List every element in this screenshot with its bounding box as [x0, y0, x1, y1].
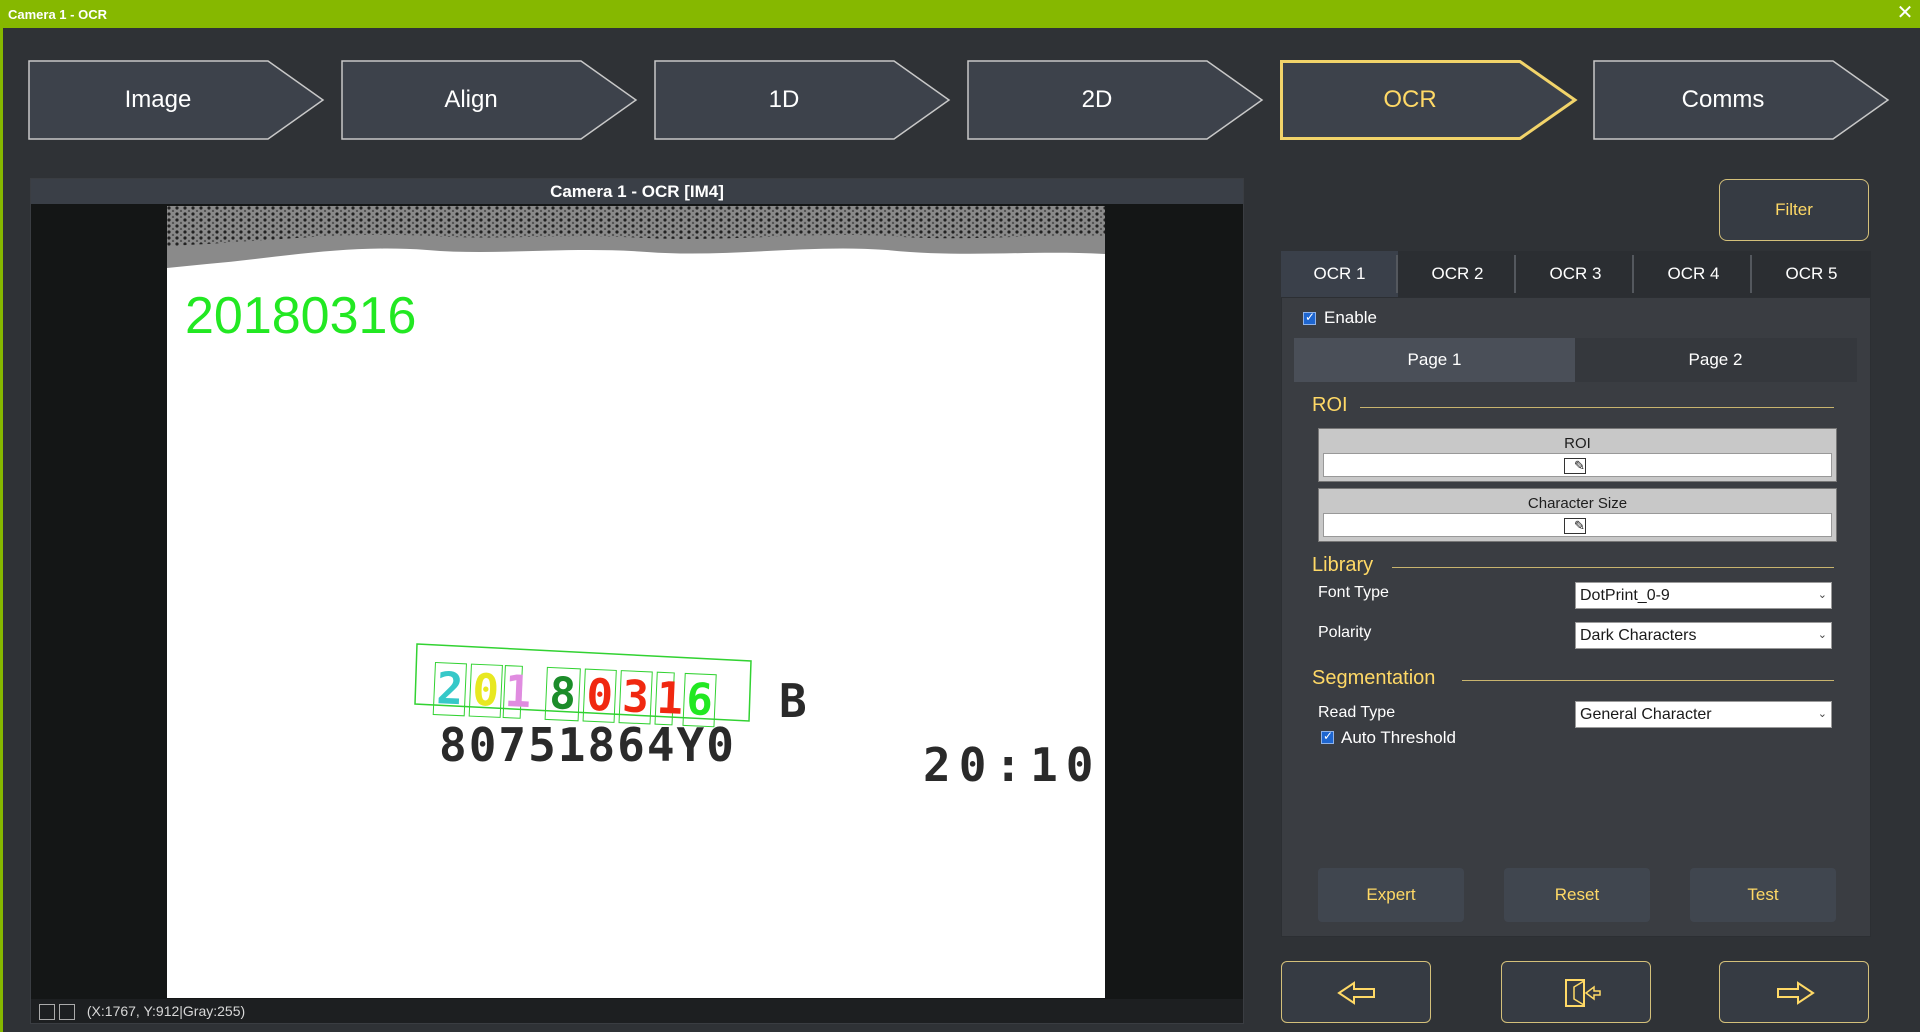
read-type-value: General Character — [1580, 706, 1712, 723]
printed-line-2: 80751864Y0 — [439, 718, 736, 772]
edit-region-icon[interactable] — [1564, 518, 1586, 534]
next-button[interactable] — [1719, 961, 1869, 1023]
step-label: Image — [124, 86, 192, 113]
section-library: Library — [1312, 554, 1374, 576]
tab-label: OCR 2 — [1431, 264, 1484, 283]
image-viewer: Camera 1 - OCR [IM4] 20180316 2 0 1 8 0 … — [30, 178, 1244, 1024]
tab-label: OCR 4 — [1667, 264, 1720, 283]
chevron-down-icon: ⌄ — [1817, 708, 1827, 720]
polarity-select[interactable]: Dark Characters ⌄ — [1575, 622, 1832, 649]
fit-view-icon[interactable] — [39, 1004, 55, 1021]
tab-ocr-5[interactable]: OCR 5 — [1753, 251, 1870, 297]
read-type-label: Read Type — [1318, 704, 1396, 721]
step-label: Comms — [1681, 86, 1765, 113]
pixel-coordinates: (X:1767, Y:912|Gray:255) — [86, 1003, 246, 1019]
tab-label: OCR 1 — [1313, 264, 1366, 283]
font-type-select[interactable]: DotPrint_0-9 ⌄ — [1575, 582, 1832, 609]
roi-editor[interactable]: ROI — [1318, 428, 1837, 482]
expert-button[interactable]: Expert — [1318, 868, 1464, 922]
roi-field — [1323, 453, 1832, 477]
tab-ocr-4[interactable]: OCR 4 — [1635, 251, 1752, 297]
window-edge — [0, 28, 3, 1032]
character-size-editor[interactable]: Character Size — [1318, 488, 1837, 542]
font-type-label: Font Type — [1318, 584, 1389, 601]
roi-label: ROI — [1564, 435, 1591, 452]
char-3: 1 — [502, 665, 533, 719]
previous-button[interactable] — [1281, 961, 1431, 1023]
tab-page-1[interactable]: Page 1 — [1294, 338, 1575, 382]
ocr-settings-panel: Enable Page 1 Page 2 ROI ROI Character S… — [1281, 297, 1871, 937]
window-title: Camera 1 - OCR — [8, 7, 107, 22]
step-2d[interactable]: 2D — [967, 60, 1267, 140]
filter-button[interactable]: Filter — [1719, 179, 1869, 241]
tab-label: OCR 3 — [1549, 264, 1602, 283]
arrow-left-icon — [1337, 981, 1375, 1005]
title-bar: Camera 1 - OCR ✕ — [0, 0, 1920, 28]
char-5: 0 — [582, 668, 617, 723]
arrow-right-icon — [1777, 981, 1815, 1005]
tab-label: Page 1 — [1407, 350, 1462, 369]
character-size-label: Character Size — [1527, 495, 1628, 512]
step-ocr[interactable]: OCR — [1280, 60, 1580, 140]
chevron-down-icon: ⌄ — [1817, 589, 1827, 601]
char-2: 0 — [468, 663, 503, 718]
polarity-label: Polarity — [1318, 624, 1372, 641]
viewer-title: Camera 1 - OCR [IM4] — [31, 179, 1243, 204]
auto-threshold-checkbox[interactable] — [1321, 729, 1334, 744]
read-type-select[interactable]: General Character ⌄ — [1575, 701, 1832, 728]
section-divider — [1392, 567, 1834, 568]
tab-ocr-2[interactable]: OCR 2 — [1399, 251, 1516, 297]
character-size-field — [1323, 513, 1832, 537]
auto-threshold-label: Auto Threshold — [1341, 728, 1456, 747]
step-label: Align — [444, 86, 498, 113]
page-tabs: Page 1 Page 2 — [1294, 338, 1857, 382]
edit-region-icon[interactable] — [1564, 458, 1586, 474]
exit-icon — [1565, 979, 1601, 1007]
tab-ocr-3[interactable]: OCR 3 — [1517, 251, 1634, 297]
font-type-value: DotPrint_0-9 — [1580, 587, 1670, 604]
step-1d[interactable]: 1D — [654, 60, 954, 140]
step-comms[interactable]: Comms — [1593, 60, 1893, 140]
char-1: 2 — [432, 662, 467, 717]
printed-suffix: B — [779, 674, 807, 728]
tab-label: OCR 5 — [1785, 264, 1838, 283]
section-roi: ROI — [1312, 394, 1348, 416]
tab-ocr-1[interactable]: OCR 1 — [1281, 251, 1398, 297]
step-label: 2D — [1081, 86, 1113, 113]
step-align[interactable]: Align — [341, 60, 641, 140]
char-6: 3 — [618, 670, 653, 725]
ocr-result-text: 20180316 — [185, 287, 417, 345]
close-icon[interactable]: ✕ — [1894, 2, 1916, 24]
char-4: 8 — [544, 666, 581, 722]
enable-checkbox[interactable] — [1303, 310, 1316, 325]
section-divider — [1360, 407, 1834, 408]
step-image[interactable]: Image — [28, 60, 328, 140]
camera-image[interactable]: 20180316 2 0 1 8 0 3 1 6 B 80751864Y0 20… — [167, 206, 1105, 998]
tab-page-2[interactable]: Page 2 — [1575, 338, 1856, 382]
viewer-status-bar: (X:1767, Y:912|Gray:255) — [31, 999, 1243, 1023]
step-label: 1D — [768, 86, 800, 113]
polarity-value: Dark Characters — [1580, 627, 1697, 644]
section-segmentation: Segmentation — [1312, 667, 1436, 689]
ocr-tabs: OCR 1 OCR 2 OCR 3 OCR 4 OCR 5 — [1281, 251, 1871, 297]
tab-label: Page 2 — [1688, 350, 1743, 369]
test-button[interactable]: Test — [1690, 868, 1836, 922]
printed-line-2-right: 20:10 — [923, 738, 1102, 792]
exit-button[interactable] — [1501, 961, 1651, 1023]
step-label: OCR — [1383, 86, 1437, 113]
chevron-down-icon: ⌄ — [1817, 629, 1827, 641]
enable-label: Enable — [1324, 308, 1377, 327]
section-divider — [1462, 680, 1834, 681]
reset-button[interactable]: Reset — [1504, 868, 1650, 922]
image-icon[interactable] — [59, 1004, 75, 1021]
